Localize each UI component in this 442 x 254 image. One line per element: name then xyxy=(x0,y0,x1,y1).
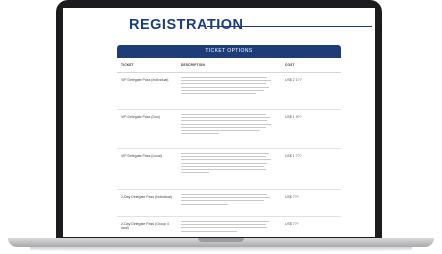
ticket-cost: US$ 1 9?? xyxy=(285,115,302,119)
ticket-cost: US$ 7?? xyxy=(285,222,299,226)
ticket-description xyxy=(181,194,275,207)
page-title: REGISTRATION xyxy=(129,17,244,33)
ticket-name: 2-Day Delegate Pass (Individual) xyxy=(121,195,173,199)
ticket-description xyxy=(181,77,275,96)
column-header-description: DESCRIPTION xyxy=(181,63,205,67)
panel-header: TICKET OPTIONS xyxy=(117,45,341,58)
column-headers: TICKET DESCRIPTION COST xyxy=(117,58,341,73)
ticket-options-panel: TICKET OPTIONS TICKET DESCRIPTION COST V… xyxy=(117,45,341,237)
ticket-description xyxy=(181,221,275,234)
ticket-name: 2-Day Delegate Pass (Group 4 deal) xyxy=(121,222,169,231)
table-row: 2-Day Delegate Pass (Group 4 deal) US$ 7… xyxy=(117,217,341,237)
ticket-name: VIP Delegate Pass (Local) xyxy=(121,154,162,158)
laptop-shadow xyxy=(30,247,412,252)
table-row: VIP Delegate Pass (Individual) US$ 2 1?? xyxy=(117,73,341,110)
ticket-description xyxy=(181,114,275,136)
ticket-cost: US$ 2 1?? xyxy=(285,78,302,82)
ticket-cost: US$ 7?? xyxy=(285,195,299,199)
ticket-name: VIP Delegate Pass (Duo) xyxy=(121,115,161,119)
column-header-ticket: TICKET xyxy=(121,63,134,67)
ticket-name: VIP Delegate Pass (Individual) xyxy=(121,78,169,82)
table-row: VIP Delegate Pass (Duo) US$ 1 9?? xyxy=(117,110,341,149)
table-row: 2-Day Delegate Pass (Individual) US$ 7?? xyxy=(117,190,341,217)
title-rule xyxy=(207,26,372,27)
ticket-cost: US$ 1 7?? xyxy=(285,154,302,158)
laptop-screen: REGISTRATION TICKET OPTIONS TICKET DESCR… xyxy=(63,8,375,237)
laptop-notch xyxy=(198,238,244,242)
ticket-description xyxy=(181,153,275,175)
column-header-cost: COST xyxy=(285,63,295,67)
table-row: VIP Delegate Pass (Local) US$ 1 7?? xyxy=(117,149,341,190)
